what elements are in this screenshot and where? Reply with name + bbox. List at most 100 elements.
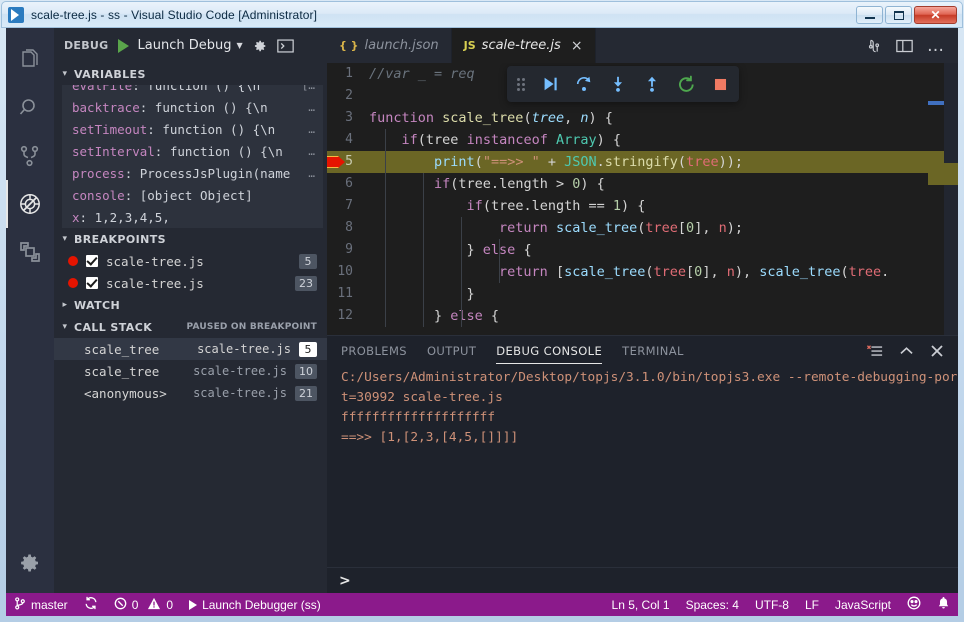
status-eol[interactable]: LF <box>797 593 827 616</box>
code-lines[interactable]: 1//var _ = req23function scale_tree(tree… <box>327 63 958 335</box>
scroll-marker-cursor <box>928 101 944 105</box>
more-actions-icon[interactable]: … <box>927 41 944 51</box>
variable-row[interactable]: x: 1,2,3,4,5, <box>62 206 323 228</box>
activity-item-explorer[interactable] <box>6 36 54 84</box>
close-button[interactable]: ✕ <box>914 6 957 24</box>
maximize-panel-icon[interactable] <box>899 345 914 358</box>
status-cursor-position[interactable]: Ln 5, Col 1 <box>604 593 678 616</box>
variable-row[interactable]: console: [object Object] <box>62 184 323 206</box>
git-branch-icon <box>14 597 26 613</box>
vscode-logo-icon <box>8 7 24 23</box>
breakpoint-checkbox[interactable] <box>86 277 98 289</box>
step-into-button[interactable] <box>609 75 627 93</box>
code-token: tree <box>686 154 719 170</box>
code-line[interactable]: 8 return scale_tree(tree[0], n); <box>327 217 958 239</box>
tab-close-icon[interactable]: × <box>571 38 583 54</box>
call-stack-row[interactable]: <anonymous> scale-tree.js 21 <box>54 382 327 404</box>
stop-button[interactable] <box>712 76 729 93</box>
status-sync[interactable] <box>76 593 106 616</box>
variable-row[interactable]: setTimeout: function () {\n … <box>62 118 323 140</box>
code-line[interactable]: 5 print("==>> " + JSON.stringify(tree)); <box>327 151 958 173</box>
section-header-watch[interactable]: ▸ WATCH <box>54 294 327 316</box>
code-line[interactable]: 6 if(tree.length > 0) { <box>327 173 958 195</box>
close-panel-icon[interactable] <box>930 344 944 358</box>
activity-item-search[interactable] <box>6 84 54 132</box>
activity-item-source-control[interactable] <box>6 132 54 180</box>
status-right-group: Ln 5, Col 1 Spaces: 4 UTF-8 LF JavaScrip… <box>604 593 958 616</box>
status-notifications[interactable] <box>929 593 958 616</box>
open-debug-console-icon[interactable] <box>277 39 294 53</box>
status-feedback[interactable] <box>899 593 929 616</box>
variable-row[interactable]: backtrace: function () {\n … <box>62 96 323 118</box>
debug-configuration-select[interactable]: Launch Debug <box>138 38 232 53</box>
debug-console-input[interactable]: > <box>327 567 958 593</box>
code-line[interactable]: 7 if(tree.length == 1) { <box>327 195 958 217</box>
step-over-button[interactable] <box>575 75 593 93</box>
variable-ellipsis: … <box>308 145 315 158</box>
chevron-down-icon[interactable]: ▼ <box>236 41 242 50</box>
clear-console-icon[interactable] <box>867 344 883 359</box>
breakpoint-checkbox[interactable] <box>86 255 98 267</box>
code-line[interactable]: 11 } <box>327 283 958 305</box>
debug-label: DEBUG <box>64 39 109 52</box>
call-stack-row[interactable]: scale_tree scale-tree.js 5 <box>54 338 327 360</box>
breakpoint-line: 5 <box>299 254 317 269</box>
toggle-layout-icon[interactable] <box>896 39 913 53</box>
drag-handle[interactable] <box>517 78 525 91</box>
code-line[interactable]: 4 if(tree instanceof Array) { <box>327 129 958 151</box>
activity-item-debug[interactable] <box>6 180 54 228</box>
activity-item-extensions[interactable] <box>6 228 54 276</box>
code-line[interactable]: 3function scale_tree(tree, n) { <box>327 107 958 129</box>
panel-tab-terminal[interactable]: TERMINAL <box>622 336 684 367</box>
debug-toolbar[interactable] <box>507 66 739 102</box>
step-out-button[interactable] <box>643 75 661 93</box>
status-encoding[interactable]: UTF-8 <box>747 593 797 616</box>
tab-scale-tree-js[interactable]: JS scale-tree.js × <box>452 28 596 63</box>
code-line[interactable]: 10 return [scale_tree(tree[0], n), scale… <box>327 261 958 283</box>
breakpoints-title: BREAKPOINTS <box>74 233 166 246</box>
split-editor-vertical-icon[interactable] <box>866 38 882 54</box>
line-number: 7 <box>327 195 369 217</box>
open-launch-json-gear-icon[interactable] <box>252 38 268 54</box>
tab-launch-json[interactable]: { } launch.json <box>327 28 452 63</box>
code-token: if <box>434 176 450 192</box>
indent-guide <box>499 239 500 283</box>
breakpoint-row[interactable]: scale-tree.js 5 <box>54 250 327 272</box>
debug-console-output[interactable]: C:/Users/Administrator/Desktop/topjs/3.1… <box>327 366 958 567</box>
code-editor[interactable]: 1//var _ = req23function scale_tree(tree… <box>327 63 958 335</box>
variables-list[interactable]: evalFile: function () {\n [… backtrace: … <box>62 85 323 228</box>
section-header-breakpoints[interactable]: ▾ BREAKPOINTS <box>54 228 327 250</box>
panel-tab-debug-console[interactable]: DEBUG CONSOLE <box>496 336 602 367</box>
breakpoint-row[interactable]: scale-tree.js 23 <box>54 272 327 294</box>
continue-button[interactable] <box>541 75 559 93</box>
activity-item-settings[interactable] <box>6 539 54 587</box>
status-branch[interactable]: master <box>6 593 76 616</box>
status-language-mode[interactable]: JavaScript <box>827 593 899 616</box>
section-header-variables[interactable]: ▾ VARIABLES <box>54 63 327 85</box>
restart-button[interactable] <box>677 75 696 94</box>
minimize-button[interactable] <box>856 6 883 24</box>
maximize-button[interactable] <box>885 6 912 24</box>
variable-key: process <box>72 166 125 181</box>
editor-scrollbar[interactable] <box>944 63 958 335</box>
status-indentation[interactable]: Spaces: 4 <box>678 593 747 616</box>
panel-tab-problems[interactable]: PROBLEMS <box>341 336 407 367</box>
section-header-call-stack[interactable]: ▾ CALL STACK PAUSED ON BREAKPOINT <box>54 316 327 338</box>
panel-tab-output[interactable]: OUTPUT <box>427 336 476 367</box>
code-token: . <box>597 154 605 170</box>
variable-ellipsis: [… <box>302 85 315 92</box>
variable-row[interactable]: process: ProcessJsPlugin(name … <box>62 162 323 184</box>
call-stack-row[interactable]: scale_tree scale-tree.js 10 <box>54 360 327 382</box>
variable-row[interactable]: setInterval: function () {\n … <box>62 140 323 162</box>
debug-icon <box>17 191 43 217</box>
prompt-chevron-icon: > <box>339 573 351 589</box>
status-problems[interactable]: 0 0 <box>106 593 181 616</box>
code-line[interactable]: 12 } else { <box>327 305 958 327</box>
status-launch-debugger[interactable]: Launch Debugger (ss) <box>181 593 329 616</box>
code-token: tree <box>532 110 565 126</box>
start-debugging-button[interactable] <box>118 39 129 53</box>
code-line[interactable]: 9 } else { <box>327 239 958 261</box>
breakpoint-marker-icon[interactable] <box>327 156 339 168</box>
code-token: JSON <box>564 154 597 170</box>
variable-row[interactable]: evalFile: function () {\n [… <box>62 85 323 96</box>
